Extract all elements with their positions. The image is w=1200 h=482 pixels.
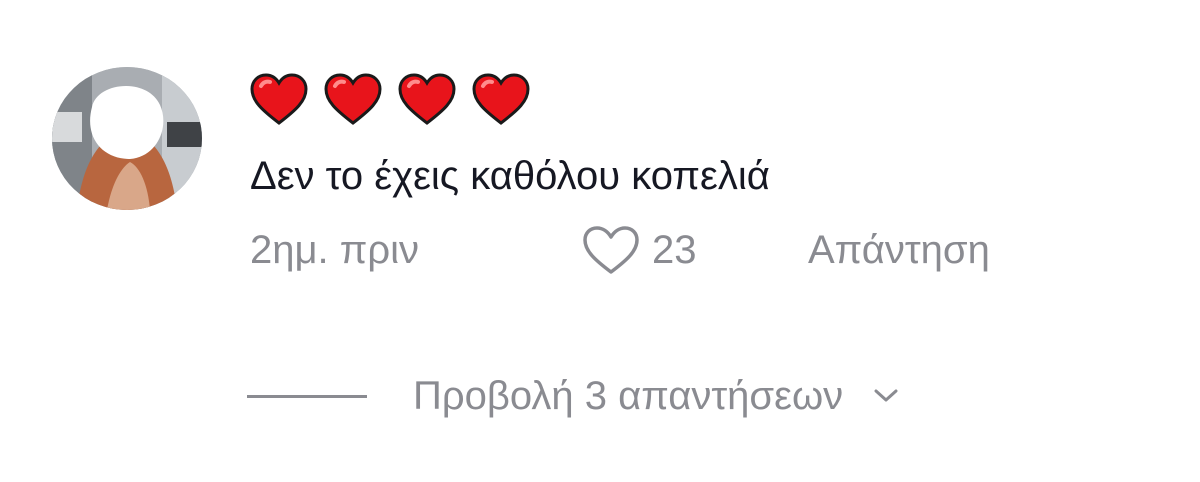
divider-line bbox=[247, 394, 367, 398]
comment-meta: 2ημ. πριν 23 Απάντηση bbox=[250, 222, 1130, 278]
heart-emoji-icon bbox=[398, 73, 456, 125]
comment-item: Δεν το έχεις καθόλου κοπελιά 2ημ. πριν 2… bbox=[0, 0, 1200, 482]
heart-emoji-icon bbox=[250, 73, 308, 125]
heart-emoji-icon bbox=[324, 73, 382, 125]
comment-text: Δεν το έχεις καθόλου κοπελιά bbox=[250, 154, 770, 198]
timestamp: 2ημ. πριν bbox=[250, 228, 420, 272]
heart-emoji-icon bbox=[472, 73, 530, 125]
heart-outline-icon[interactable] bbox=[580, 224, 642, 276]
view-replies-button[interactable]: Προβολή 3 απαντήσεων bbox=[247, 366, 899, 426]
avatar[interactable] bbox=[52, 67, 202, 210]
reply-button[interactable]: Απάντηση bbox=[808, 222, 990, 278]
like-button[interactable]: 23 bbox=[580, 222, 697, 278]
like-count: 23 bbox=[652, 228, 697, 272]
emoji-row bbox=[250, 70, 530, 128]
chevron-down-icon[interactable] bbox=[873, 388, 899, 404]
view-replies-label[interactable]: Προβολή 3 απαντήσεων bbox=[413, 366, 843, 426]
